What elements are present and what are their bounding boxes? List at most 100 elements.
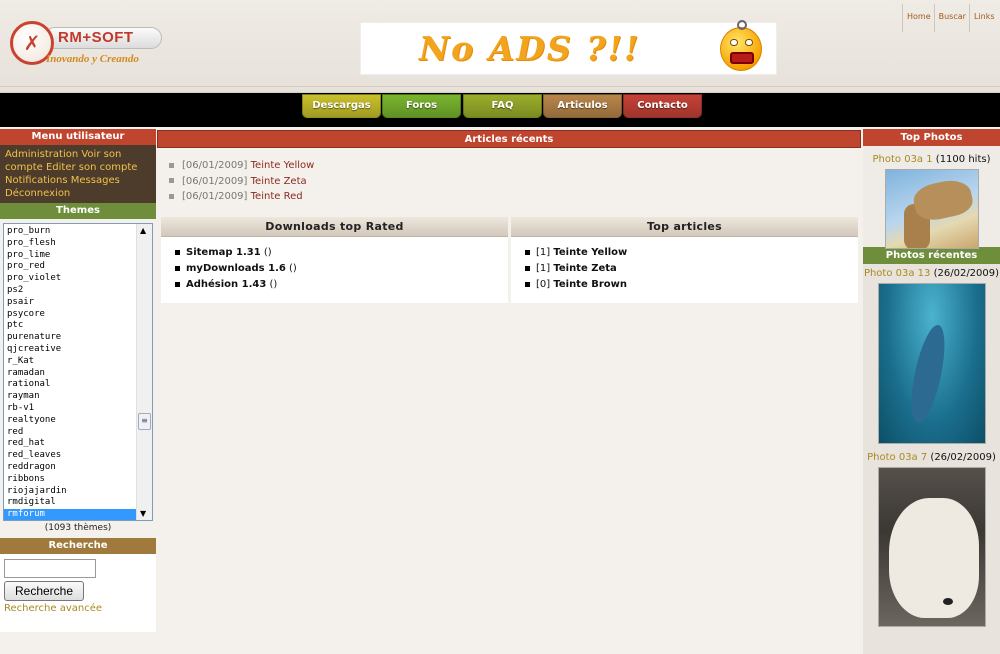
theme-option[interactable]: ramadan: [4, 368, 136, 380]
menu-link-deconnexion[interactable]: Déconnexion: [5, 188, 70, 199]
theme-option[interactable]: rmforum: [4, 509, 136, 520]
theme-option[interactable]: psair: [4, 297, 136, 309]
recent-articles-list: [06/01/2009] Teinte Yellow [06/01/2009] …: [169, 160, 314, 207]
downloads-top-rated-title: Downloads top Rated: [161, 217, 508, 237]
nav-descargas[interactable]: Descargas: [302, 94, 381, 118]
theme-option[interactable]: reddragon: [4, 462, 136, 474]
theme-option[interactable]: psycore: [4, 309, 136, 321]
list-item: Sitemap 1.31 (): [175, 247, 508, 263]
theme-option[interactable]: qjcreative: [4, 344, 136, 356]
downloads-top-rated-panel: Downloads top Rated Sitemap 1.31 () myDo…: [161, 217, 508, 303]
list-item: [1] Teinte Zeta: [525, 263, 858, 279]
article-link[interactable]: Teinte Yellow: [553, 247, 627, 258]
top-articles-title: Top articles: [511, 217, 858, 237]
user-menu: Administration Voir son compte Editer so…: [0, 145, 156, 203]
theme-option[interactable]: ptc: [4, 320, 136, 332]
list-item: myDownloads 1.6 (): [175, 263, 508, 279]
site-logo[interactable]: ✗ RM+SOFT Inovando y Creando: [10, 21, 162, 69]
theme-option[interactable]: rmdigital: [4, 497, 136, 509]
theme-select-list[interactable]: pro_burn pro_flesh pro_lime pro_red pro_viol…: [3, 223, 153, 521]
list-item: Adhésion 1.43 (): [175, 279, 508, 295]
theme-option[interactable]: r_Kat: [4, 356, 136, 368]
photo-caption: Photo 03a 13 (26/02/2009): [863, 268, 1000, 279]
theme-option[interactable]: purenature: [4, 332, 136, 344]
article-link[interactable]: Teinte Yellow: [251, 160, 315, 171]
menu-link-editer-compte[interactable]: Editer son compte: [46, 162, 137, 173]
photo-link[interactable]: Photo 03a 1: [873, 154, 933, 165]
recent-photos-title: Photos récentes: [863, 247, 1000, 264]
right-sidebar: Top Photos Photo 03a 1 (1100 hits) Photo…: [863, 129, 1000, 654]
top-link-links[interactable]: Links: [968, 4, 998, 32]
camel-photo[interactable]: [884, 169, 979, 249]
list-item: [0] Teinte Brown: [525, 279, 858, 295]
theme-option[interactable]: riojajardin: [4, 486, 136, 498]
article-link[interactable]: Teinte Brown: [553, 279, 627, 290]
themes-title: Themes: [0, 203, 156, 219]
article-link[interactable]: Teinte Zeta: [251, 176, 307, 187]
main-nav: Descargas Foros FAQ Articulos Contacto: [0, 93, 1000, 127]
bullet-icon: [169, 193, 174, 199]
theme-option[interactable]: pro_flesh: [4, 238, 136, 250]
search-box: Recherche Recherche avancée: [0, 554, 156, 632]
theme-option[interactable]: ribbons: [4, 474, 136, 486]
theme-option[interactable]: rayman: [4, 391, 136, 403]
scroll-down-icon[interactable]: ▼: [140, 509, 146, 518]
theme-option[interactable]: rb-v1: [4, 403, 136, 415]
theme-option[interactable]: pro_lime: [4, 250, 136, 262]
top-photos-title: Top Photos: [863, 129, 1000, 146]
photo-link[interactable]: Photo 03a 7: [867, 452, 927, 463]
search-button[interactable]: Recherche: [4, 581, 84, 601]
theme-option[interactable]: realtyone: [4, 415, 136, 427]
advanced-search-link[interactable]: Recherche avancée: [4, 603, 152, 614]
header-divider: [0, 86, 1000, 87]
top-link-buscar[interactable]: Buscar: [933, 4, 969, 32]
theme-option[interactable]: rational: [4, 379, 136, 391]
menu-link-notifications[interactable]: Notifications: [5, 175, 71, 186]
list-item: [06/01/2009] Teinte Zeta: [169, 176, 314, 192]
scroll-up-icon[interactable]: ▲: [140, 226, 146, 235]
top-link-home[interactable]: Home: [902, 4, 934, 32]
theme-count: (1093 thèmes): [44, 523, 112, 533]
banner-text: No ADS ?!!: [419, 29, 641, 68]
scroll-thumb[interactable]: ≡: [138, 413, 151, 430]
nav-articulos[interactable]: Articulos: [543, 94, 622, 118]
themes-box: pro_burn pro_flesh pro_lime pro_red pro_viol…: [0, 219, 156, 538]
bullet-icon: [169, 178, 174, 183]
menu-link-administration[interactable]: Administration: [5, 149, 81, 160]
download-link[interactable]: Adhésion 1.43: [186, 279, 266, 290]
site-header: ✗ RM+SOFT Inovando y Creando No ADS ?!! …: [0, 0, 1000, 93]
logo-tagline: Inovando y Creando: [46, 53, 139, 65]
dolphin-photo[interactable]: [877, 283, 986, 444]
theme-option[interactable]: pro_burn: [4, 226, 136, 238]
list-item: [06/01/2009] Teinte Red: [169, 191, 314, 207]
menu-link-messages[interactable]: Messages: [71, 175, 120, 186]
article-link[interactable]: Teinte Zeta: [553, 263, 616, 274]
user-menu-title: Menu utilisateur: [0, 129, 156, 145]
left-sidebar: Menu utilisateur Administration Voir son…: [0, 129, 156, 632]
photo-caption: Photo 03a 7 (26/02/2009): [867, 452, 996, 463]
theme-option[interactable]: pro_red: [4, 261, 136, 273]
photo-link[interactable]: Photo 03a 13: [864, 268, 930, 279]
nav-contacto[interactable]: Contacto: [623, 94, 702, 118]
nav-foros[interactable]: Foros: [382, 94, 461, 118]
logo-name: RM+SOFT: [58, 29, 134, 46]
top-articles-panel: Top articles [1] Teinte Yellow [1] Teint…: [511, 217, 858, 303]
theme-option[interactable]: ps2: [4, 285, 136, 297]
theme-items: pro_burn pro_flesh pro_lime pro_red pro_viol…: [4, 226, 136, 520]
theme-option[interactable]: red_leaves: [4, 450, 136, 462]
download-link[interactable]: myDownloads 1.6: [186, 263, 286, 274]
theme-list-scrollbar[interactable]: ▲ ≡ ▼: [136, 224, 152, 520]
theme-option[interactable]: pro_violet: [4, 273, 136, 285]
theme-option[interactable]: red_hat: [4, 438, 136, 450]
polar-bear-photo[interactable]: [877, 467, 986, 627]
search-input[interactable]: [4, 559, 96, 578]
list-item: [1] Teinte Yellow: [525, 247, 858, 263]
banner-ad[interactable]: No ADS ?!!: [360, 20, 777, 75]
list-item: [06/01/2009] Teinte Yellow: [169, 160, 314, 176]
download-link[interactable]: Sitemap 1.31: [186, 247, 261, 258]
recent-articles-title: Articles récents: [157, 130, 861, 148]
theme-option[interactable]: red: [4, 427, 136, 439]
article-link[interactable]: Teinte Red: [251, 191, 303, 202]
nav-faq[interactable]: FAQ: [463, 94, 542, 118]
top-links: Home Buscar Links: [902, 4, 1000, 32]
